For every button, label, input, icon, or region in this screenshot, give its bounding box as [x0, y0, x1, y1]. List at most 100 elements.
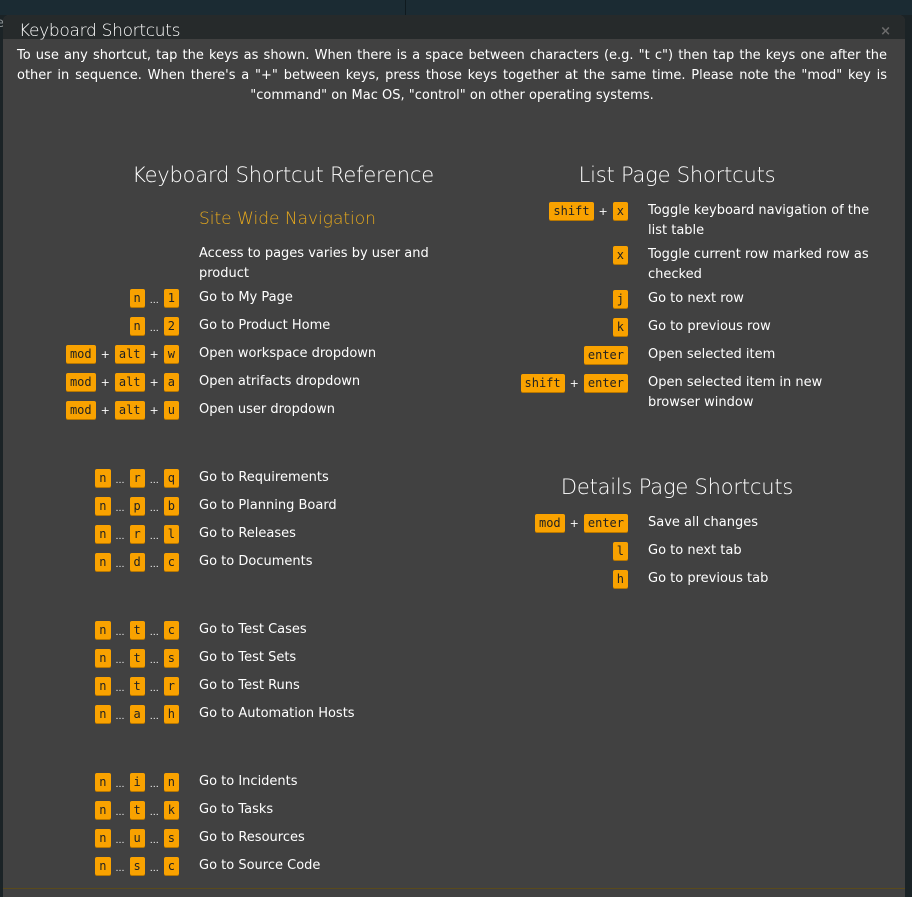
shortcut-keys: n … t … k [3, 800, 179, 820]
key-badge: b [163, 497, 179, 515]
key-badge: w [163, 345, 179, 363]
sequence-separator: … [115, 780, 125, 790]
sequence-separator: … [115, 532, 125, 542]
key-badge: n [95, 773, 111, 791]
shortcut-keys: n … u … s [3, 828, 179, 848]
key-badge: c [163, 621, 179, 639]
close-button[interactable]: × [880, 24, 891, 39]
key-badge: u [129, 829, 145, 847]
key-badge: n [95, 857, 111, 875]
shortcut-keys: h [464, 569, 628, 589]
sequence-separator: … [115, 684, 125, 694]
sequence-separator: … [149, 656, 159, 666]
shortcut-description: Go to My Page [199, 290, 293, 305]
shortcut-keys: n … 1 [3, 288, 179, 308]
key-badge: n [95, 649, 111, 667]
shortcut-keys: k [464, 317, 628, 337]
sequence-separator: … [149, 560, 159, 570]
key-badge: h [163, 705, 179, 723]
shortcut-keys: mod + alt + a [3, 372, 179, 392]
key-badge: mod [65, 345, 96, 363]
shortcut-row: n … d … c Go to Documents [3, 552, 439, 572]
sequence-separator: … [149, 532, 159, 542]
plus-separator: + [149, 403, 159, 417]
shortcut-keys: mod + enter [464, 513, 628, 533]
shortcut-row: n … 2 Go to Product Home [3, 316, 439, 336]
shortcut-keys: n … 2 [3, 316, 179, 336]
key-badge: n [95, 705, 111, 723]
key-badge: x [612, 246, 628, 264]
shortcut-keys: n … r … l [3, 524, 179, 544]
key-badge: n [95, 621, 111, 639]
shortcut-keys: shift + x [464, 201, 628, 221]
shortcut-description: Open atrifacts dropdown [199, 374, 361, 389]
shortcut-keys: enter [464, 345, 628, 365]
plus-separator: + [149, 375, 159, 389]
shortcut-row: mod + alt + a Open atrifacts dropdown [3, 372, 439, 392]
key-badge: mod [65, 373, 96, 391]
shortcut-row: n … 1 Go to My Page [3, 288, 439, 308]
shortcut-keys: n … s … c [3, 856, 179, 876]
shortcut-row: shift + x Toggle keyboard navigation of the… [464, 201, 878, 241]
key-badge: r [129, 525, 145, 543]
shortcut-description: Go to Automation Hosts [199, 706, 355, 721]
shortcut-description: Go to next tab [648, 543, 742, 558]
shortcut-description: Go to Test Sets [199, 650, 297, 665]
shortcut-row: n … t … r Go to Test Runs [3, 676, 439, 696]
shortcut-keys: n … r … q [3, 468, 179, 488]
key-badge: n [95, 801, 111, 819]
key-badge: i [129, 773, 145, 791]
key-badge: u [163, 401, 179, 419]
plus-separator: + [569, 516, 579, 530]
key-badge: 1 [163, 289, 179, 307]
shortcut-description: Toggle current row marked row as checked [648, 247, 869, 282]
shortcut-keys: n … t … s [3, 648, 179, 668]
site-wide-navigation-title: Site Wide Navigation [199, 209, 376, 229]
shortcut-description: Go to Tasks [199, 802, 274, 817]
key-badge: a [129, 705, 145, 723]
list-page-title: List Page Shortcuts [578, 163, 776, 187]
shortcut-keys: l [464, 541, 628, 561]
shortcut-description: Go to Test Runs [199, 678, 300, 693]
key-badge: 2 [163, 317, 179, 335]
shortcut-description: Go to Product Home [199, 318, 331, 333]
key-badge: x [612, 202, 628, 220]
key-badge: c [163, 857, 179, 875]
key-badge: l [612, 542, 628, 560]
shortcut-keys: n … i … n [3, 772, 179, 792]
key-badge: n [129, 317, 145, 335]
shortcut-keys: n … t … r [3, 676, 179, 696]
shortcut-keys: shift + enter [464, 373, 628, 393]
shortcut-description: Save all changes [648, 515, 758, 530]
shortcut-row: l Go to next tab [464, 541, 878, 561]
sequence-separator: … [149, 780, 159, 790]
shortcut-row: mod + enter Save all changes [464, 513, 878, 533]
sequence-separator: … [115, 628, 125, 638]
key-badge: n [95, 469, 111, 487]
sequence-separator: … [115, 712, 125, 722]
key-badge: n [129, 289, 145, 307]
background-app-bar [0, 0, 912, 15]
shortcut-description: Go to Test Cases [199, 622, 307, 637]
plus-separator: + [100, 375, 110, 389]
sequence-separator: … [115, 808, 125, 818]
shortcut-description: Go to previous row [648, 319, 771, 334]
key-badge: s [163, 649, 179, 667]
key-badge: n [95, 525, 111, 543]
shortcut-description: Go to next row [648, 291, 744, 306]
shortcut-keys: mod + alt + u [3, 400, 179, 420]
key-badge: shift [520, 374, 565, 392]
shortcut-row: mod + alt + u Open user dropdown [3, 400, 439, 420]
shortcut-row: n … s … c Go to Source Code [3, 856, 439, 876]
shortcut-keys: n … a … h [3, 704, 179, 724]
shortcut-keys: n … p … b [3, 496, 179, 516]
key-badge: a [163, 373, 179, 391]
shortcut-row: h Go to previous tab [464, 569, 878, 589]
shortcut-keys: j [464, 289, 628, 309]
shortcut-keys: x [464, 245, 628, 265]
key-badge: t [129, 649, 145, 667]
key-badge: s [129, 857, 145, 875]
sequence-separator: … [115, 504, 125, 514]
modal-title: Keyboard Shortcuts [19, 21, 181, 41]
key-badge: n [95, 829, 111, 847]
